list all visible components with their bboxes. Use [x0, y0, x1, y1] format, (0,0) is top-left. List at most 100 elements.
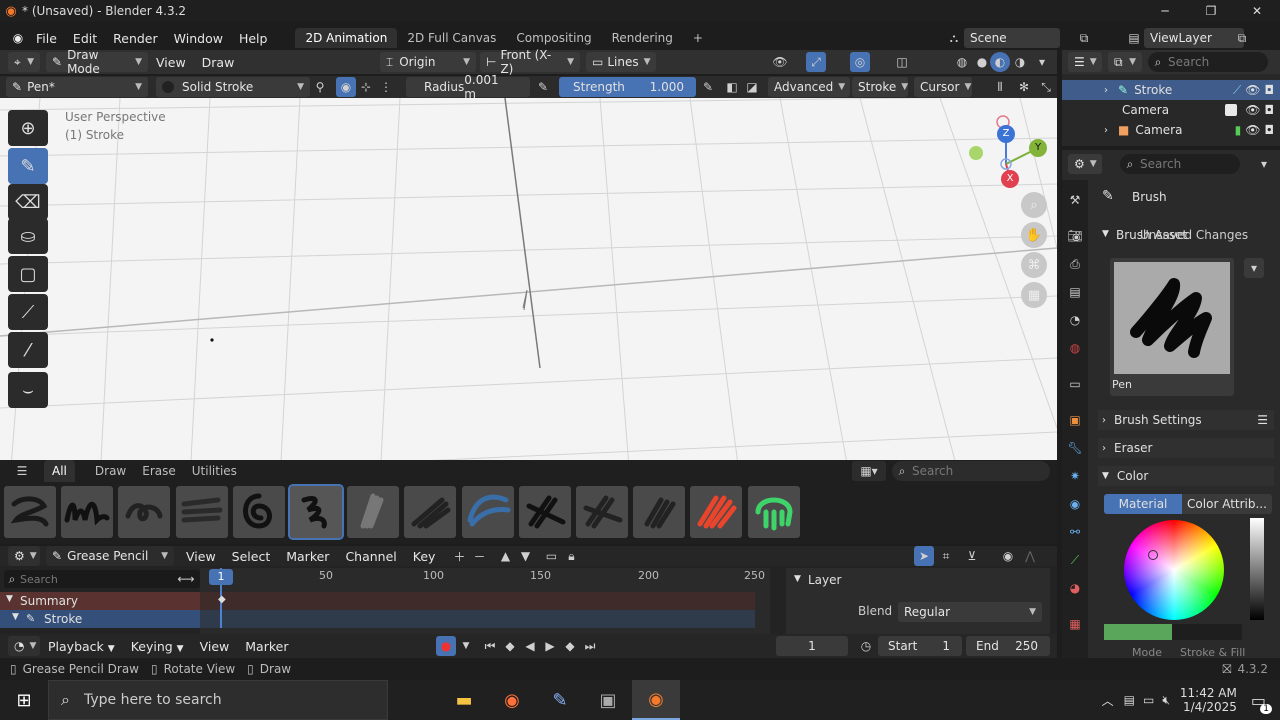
material-selector[interactable]: Solid Stroke ▼ [156, 77, 310, 97]
brush-thumbnail[interactable] [61, 486, 114, 538]
stroke-placement-icon[interactable]: ⊹ [356, 77, 376, 97]
shelf-tab-utilities[interactable]: Utilities [184, 464, 245, 478]
file-explorer-icon[interactable]: ▬ [440, 680, 488, 720]
strength-slider[interactable]: Strength 1.000 [559, 77, 696, 97]
material-color-tab[interactable]: Material [1104, 494, 1182, 514]
brush-thumbnail[interactable] [4, 486, 56, 538]
record-icon[interactable]: ● [436, 636, 456, 656]
properties-options-icon[interactable]: ▾ [1254, 154, 1274, 174]
jump-end-icon[interactable]: ⏭ [580, 636, 600, 656]
curve-tool-icon[interactable]: ⌣ [8, 372, 48, 408]
new-view-layer-icon[interactable]: ⧉ [1232, 28, 1252, 48]
brush-thumbnail[interactable] [232, 486, 285, 538]
view-layer-tab-icon[interactable]: ▤ [1065, 282, 1085, 302]
brush-thumbnail[interactable] [118, 486, 171, 538]
curve-icon[interactable]: ◪ [742, 77, 762, 97]
world-tab-icon[interactable]: ◍ [1065, 338, 1085, 358]
object-tab-icon[interactable]: ▣ [1065, 410, 1085, 430]
view-layer-name[interactable]: ViewLayer [1144, 28, 1244, 48]
ortho-grid-icon[interactable]: ▦ [1021, 282, 1047, 308]
close-button[interactable]: ✕ [1234, 0, 1280, 22]
next-keyframe-icon[interactable]: ◆ [560, 636, 580, 656]
volume-muted-icon[interactable]: 🔇︎ [1162, 693, 1170, 708]
windows-start-icon[interactable]: ⊞ [0, 680, 48, 720]
display-mode-button[interactable]: ⧉ ▼ [1108, 52, 1142, 72]
render-tab-icon[interactable]: 📷︎ [1065, 226, 1085, 246]
extra-icon[interactable]: ⤡ [1036, 77, 1056, 97]
dope-mode-dropdown[interactable]: ✎ Grease Pencil ▼ [46, 546, 174, 566]
blend-dropdown[interactable]: Regular ▼ [898, 602, 1042, 622]
eraser-panel[interactable]: › Eraser [1098, 438, 1274, 458]
radius-pressure-icon[interactable]: ✎ [533, 77, 553, 97]
preview-range-icon[interactable]: ◷ [856, 636, 876, 656]
only-selected-icon[interactable]: ➤ [914, 546, 934, 566]
gizmo-toggle-icon[interactable]: ⤢ [806, 52, 826, 72]
texture-tab-icon[interactable]: ▦ [1065, 614, 1085, 634]
settings-icon[interactable]: ✻ [1014, 77, 1034, 97]
zoom-icon[interactable]: ⌕ [1021, 192, 1047, 218]
material-shading-icon[interactable]: ◐ [990, 52, 1010, 72]
xray-icon[interactable]: ◫ [892, 52, 912, 72]
brush-preview[interactable]: Pen [1110, 258, 1234, 396]
color-picker-handle[interactable] [1148, 550, 1158, 560]
pan-hand-icon[interactable]: ✋ [1021, 222, 1047, 248]
camera-collection-visibility-icon[interactable]: 👁 [1245, 103, 1260, 117]
properties-search-input[interactable]: ⌕ Search [1120, 154, 1240, 174]
move-up-icon[interactable]: ▲ [495, 546, 515, 566]
workspace-tab-2d-animation[interactable]: 2D Animation [295, 28, 398, 48]
move-down-icon[interactable]: ▼ [515, 546, 535, 566]
brush-thumbnail[interactable] [633, 486, 686, 538]
notifications-icon[interactable]: ▭ 1 [1251, 691, 1272, 714]
tray-expand-icon[interactable]: ︿ [1102, 692, 1114, 709]
wireframe-shading-icon[interactable]: ◍ [952, 52, 972, 72]
timeline-marker-menu[interactable]: Marker [237, 639, 296, 654]
box-tool-icon[interactable]: ▢ [8, 256, 48, 292]
new-scene-icon[interactable]: ⧉ [1074, 28, 1094, 48]
add-workspace-button[interactable]: + [683, 28, 713, 48]
menu-file[interactable]: File [28, 31, 65, 46]
current-frame-field[interactable]: 1 [776, 636, 848, 656]
color-attribute-tab[interactable]: Color Attrib... [1182, 494, 1272, 514]
gizmo-x-axis[interactable]: X [1001, 170, 1019, 188]
tray-app-icon[interactable]: ▤ [1124, 693, 1135, 707]
fill-tool-icon[interactable]: ⛀ [8, 218, 48, 254]
camera-render-icon[interactable]: ◘ [1265, 123, 1275, 137]
paint-app-icon[interactable]: ✎ [536, 680, 584, 720]
lock-icon[interactable]: 🔒︎ [561, 546, 581, 566]
channel-search-input[interactable]: ⌕ Search [4, 570, 200, 588]
color-wheel[interactable] [1124, 520, 1224, 620]
outliner-search-input[interactable]: ⌕ Search [1148, 52, 1268, 72]
timeline-editor-type-button[interactable]: ◔ ▼ [8, 636, 40, 656]
draw-menu[interactable]: Draw [194, 55, 243, 70]
menu-edit[interactable]: Edit [65, 31, 105, 46]
workspace-tab-rendering[interactable]: Rendering [602, 28, 683, 48]
shelf-display-icon[interactable]: ▦▾ [852, 461, 886, 481]
brush-thumbnail[interactable] [175, 486, 228, 538]
dope-key-menu[interactable]: Key [405, 549, 444, 564]
onion-skin-icon[interactable]: ▭ [541, 546, 561, 566]
record-options-icon[interactable]: ▼ [456, 636, 476, 656]
strength-pressure-icon[interactable]: ✎ [698, 77, 718, 97]
camera-checkbox[interactable] [1225, 104, 1238, 116]
workspace-tab-2d-full-canvas[interactable]: 2D Full Canvas [397, 28, 506, 48]
outliner-item-camera-collection[interactable]: Camera 👁 ◘ [1062, 100, 1280, 120]
radius-field[interactable]: Radius 0.001 m [406, 73, 530, 101]
brush-thumbnail[interactable] [518, 486, 571, 538]
brush-thumbnail[interactable] [288, 484, 344, 540]
falloff-icon[interactable]: ⋀ [1020, 546, 1040, 566]
stroke-render-icon[interactable]: ◘ [1265, 83, 1275, 97]
origin-dropdown[interactable]: ⌶ Origin ▼ [380, 52, 476, 72]
cursor-dropdown[interactable]: Cursor ▼ [914, 77, 972, 97]
play-icon[interactable]: ▶ [540, 636, 560, 656]
mirror-icon[interactable]: ⫴ [990, 77, 1010, 97]
lines-dropdown[interactable]: ▭ Lines ▼ [586, 52, 656, 72]
network-tray-icon[interactable]: ▭ [1143, 693, 1154, 707]
dope-view-menu[interactable]: View [178, 549, 224, 564]
rendered-shading-icon[interactable]: ◑ [1010, 52, 1030, 72]
scene-tab-icon[interactable]: ◔ [1065, 310, 1085, 330]
advanced-dropdown[interactable]: Advanced ▼ [768, 77, 850, 97]
camera-expand-arrow[interactable]: › [1104, 125, 1108, 136]
scene-selector[interactable]: ⛬ Scene [944, 27, 1064, 49]
effects-tab-icon[interactable]: ✷ [1065, 466, 1085, 486]
prev-keyframe-icon[interactable]: ◆ [500, 636, 520, 656]
